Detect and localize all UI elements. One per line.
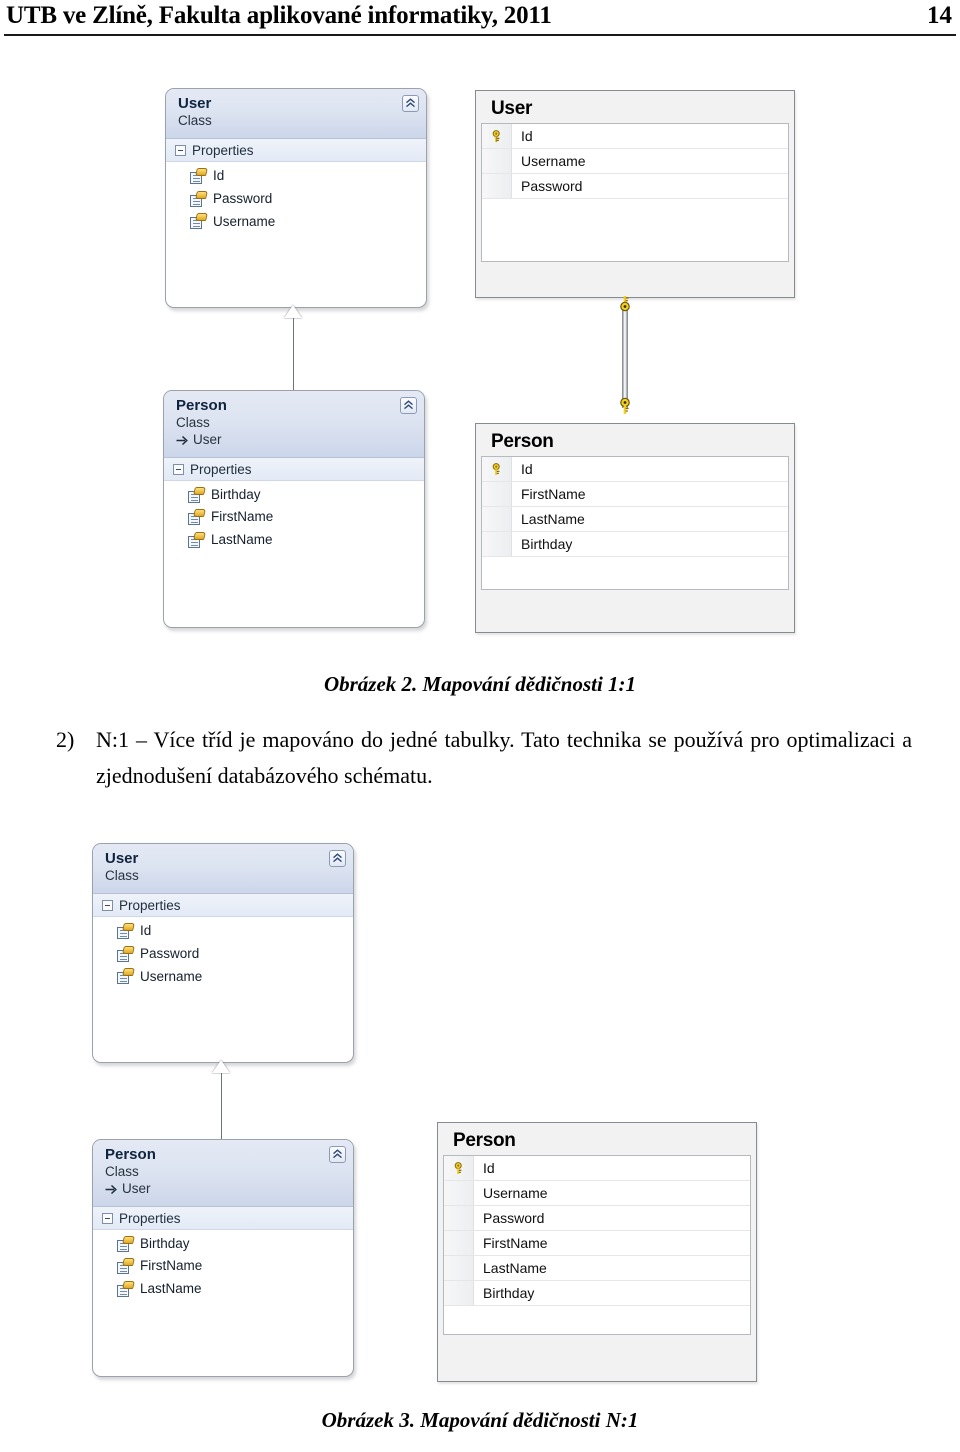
- inheritance-arrow-icon: [212, 1060, 230, 1073]
- db-column-name: Password: [483, 1210, 545, 1226]
- row-gutter: [444, 1181, 474, 1205]
- class-member-label: Birthday: [140, 1235, 190, 1251]
- row-gutter: [444, 1206, 474, 1230]
- class-header: Person Class User: [93, 1140, 353, 1207]
- db-table-empty-area: [444, 1306, 750, 1334]
- table-row[interactable]: Password: [444, 1206, 750, 1231]
- property-icon: [117, 1258, 135, 1275]
- class-name: User: [105, 850, 139, 867]
- db-table-title: Person: [453, 1130, 516, 1151]
- class-member-label: Id: [140, 922, 152, 938]
- table-row[interactable]: Username: [444, 1181, 750, 1206]
- row-gutter: [444, 1156, 474, 1180]
- chevron-double-up-icon[interactable]: [329, 850, 346, 867]
- class-name: Person: [105, 1146, 156, 1163]
- class-header: User Class: [93, 844, 353, 894]
- primary-key-icon: [454, 1161, 462, 1174]
- class-stereotype: Class: [105, 1163, 139, 1179]
- db-column-name: FirstName: [483, 1235, 548, 1251]
- collapse-minus-icon[interactable]: [102, 1212, 113, 1224]
- figure-2-caption: Obrázek 3. Mapování dědičnosti N:1: [0, 1408, 960, 1433]
- chevron-double-up-icon[interactable]: [329, 1146, 346, 1163]
- property-icon: [117, 945, 135, 962]
- property-icon: [117, 922, 135, 939]
- db-column-name: LastName: [483, 1260, 547, 1276]
- figure-2-caption-text: Obrázek 3. Mapování dědičnosti N:1: [321, 1408, 639, 1432]
- class-base-type: User: [105, 1181, 343, 1198]
- db-table-grid: Id Username Password FirstName LastName: [443, 1155, 751, 1335]
- table-row[interactable]: Id: [444, 1156, 750, 1181]
- figure-2: User Class Properties Id Password Userna…: [0, 0, 960, 1452]
- class-stereotype: Class: [105, 867, 139, 883]
- class-section-label: Properties: [119, 897, 181, 913]
- row-gutter: [444, 1256, 474, 1280]
- row-gutter: [444, 1231, 474, 1255]
- class-member[interactable]: Username: [93, 966, 353, 989]
- class-section-label: Properties: [119, 1210, 181, 1226]
- db-column-name: Username: [483, 1185, 548, 1201]
- class-member-label: FirstName: [140, 1258, 203, 1274]
- class-shape-user[interactable]: User Class Properties Id Password Userna…: [92, 843, 354, 1063]
- class-shape-person[interactable]: Person Class User Properties Birthday Fi…: [92, 1139, 354, 1377]
- property-icon: [117, 1235, 135, 1252]
- class-member[interactable]: Id: [93, 920, 353, 943]
- class-member[interactable]: FirstName: [93, 1255, 353, 1278]
- db-column-name: Id: [483, 1160, 495, 1176]
- property-icon: [117, 968, 135, 985]
- class-member-list: Birthday FirstName LastName: [93, 1229, 353, 1311]
- class-member[interactable]: Birthday: [93, 1233, 353, 1256]
- collapse-minus-icon[interactable]: [102, 899, 113, 911]
- table-row[interactable]: FirstName: [444, 1231, 750, 1256]
- class-member-label: Password: [140, 945, 200, 961]
- class-member-label: Username: [140, 968, 203, 984]
- class-base-label: User: [122, 1180, 151, 1196]
- row-gutter: [444, 1281, 474, 1305]
- document-page: UTB ve Zlíně, Fakulta aplikované informa…: [0, 0, 960, 1452]
- class-member-label: LastName: [140, 1281, 202, 1297]
- class-section-properties[interactable]: Properties: [93, 1206, 353, 1230]
- db-table-person[interactable]: Person Id Username Password FirstName La…: [437, 1122, 757, 1382]
- db-column-name: Birthday: [483, 1285, 535, 1301]
- class-section-properties[interactable]: Properties: [93, 893, 353, 917]
- property-icon: [117, 1281, 135, 1298]
- class-member[interactable]: Password: [93, 943, 353, 966]
- inheritance-connector-line: [221, 1073, 222, 1139]
- table-row[interactable]: LastName: [444, 1256, 750, 1281]
- class-member[interactable]: LastName: [93, 1278, 353, 1301]
- table-row[interactable]: Birthday: [444, 1281, 750, 1306]
- class-member-list: Id Password Username: [93, 916, 353, 998]
- inherits-arrow-icon: [105, 1184, 117, 1194]
